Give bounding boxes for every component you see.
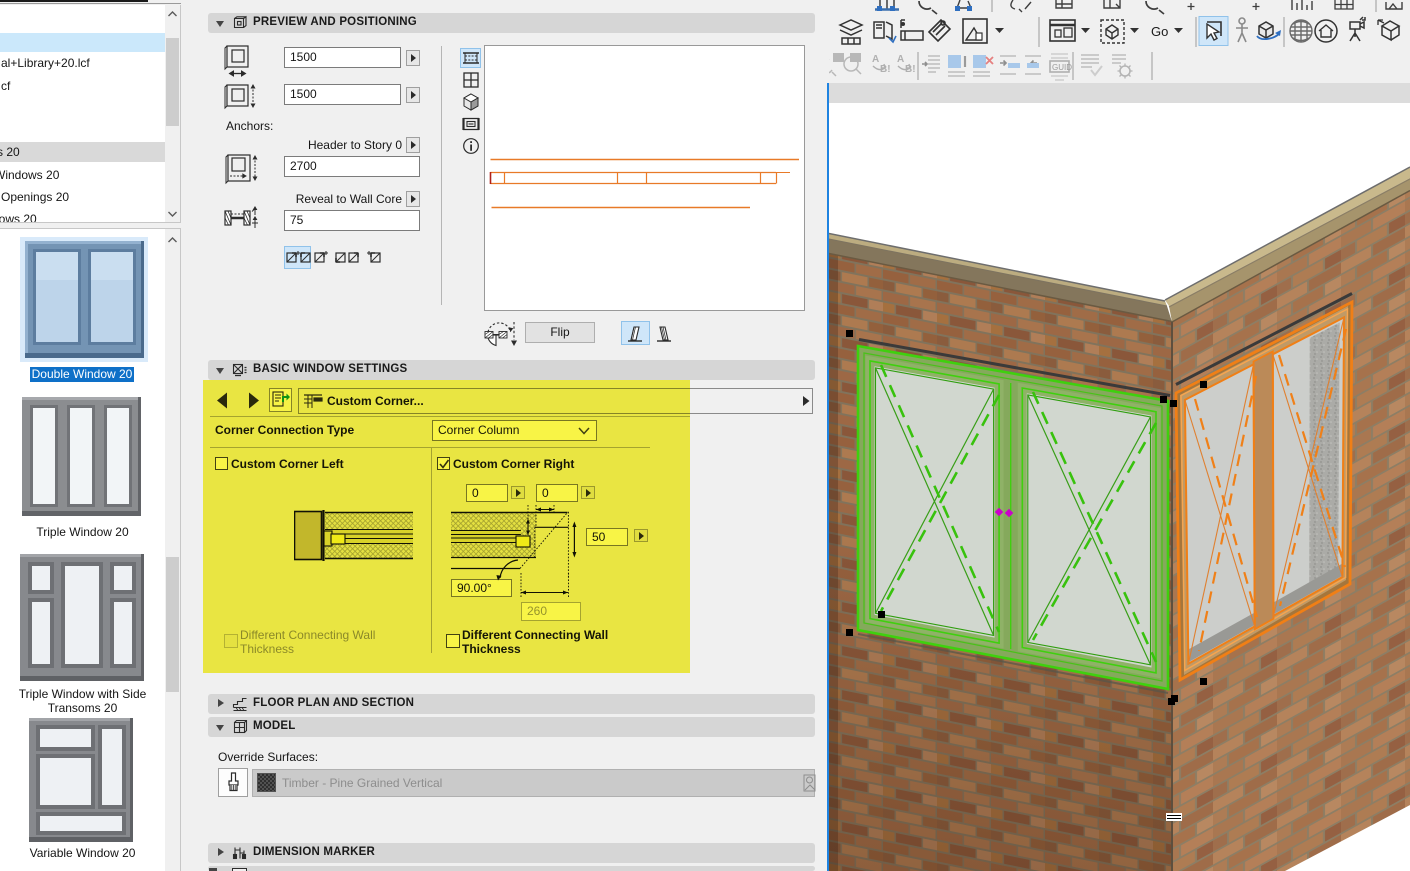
svg-text:A: A xyxy=(897,54,904,65)
svg-text:GUID: GUID xyxy=(1052,63,1072,72)
svg-text:Go: Go xyxy=(1151,24,1168,39)
svg-text:A: A xyxy=(872,54,879,65)
